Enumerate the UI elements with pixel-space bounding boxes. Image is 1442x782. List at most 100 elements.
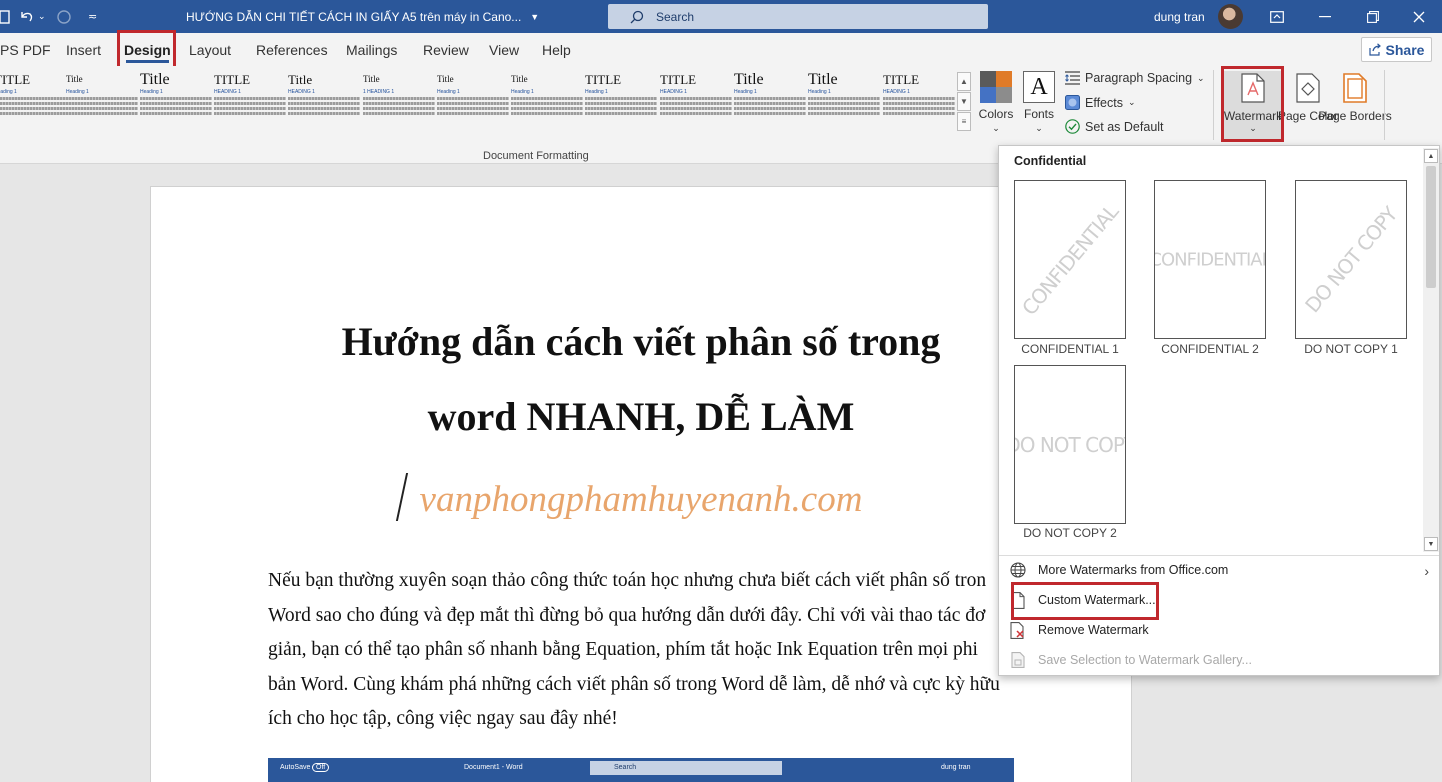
watermark-dropdown-icon: ⌄ [1249, 123, 1257, 133]
remove-watermark-menu-item[interactable]: Remove Watermark [1009, 617, 1429, 643]
style-body-line [808, 107, 880, 110]
style-body-line [660, 102, 732, 105]
colors-button[interactable]: Colors ⌄ [977, 71, 1015, 134]
gallery-up-icon[interactable]: ▲ [957, 72, 971, 91]
fonts-button[interactable]: A Fonts ⌄ [1021, 71, 1057, 134]
style-heading-sample: Heading 1 [734, 89, 757, 95]
restore-icon[interactable] [1350, 0, 1396, 33]
style-set-thumbnail[interactable]: TITLE Heading 1 [585, 72, 657, 132]
scrollbar-thumb[interactable] [1426, 166, 1436, 288]
scroll-up-icon[interactable]: ▲ [1424, 149, 1438, 163]
style-set-thumbnail[interactable]: TITLE HEADING 1 [883, 72, 955, 132]
style-body-line [437, 112, 509, 115]
close-icon[interactable] [1396, 0, 1442, 33]
style-body-line [437, 102, 509, 105]
save-selection-menu-item[interactable]: Save Selection to Watermark Gallery... [1009, 647, 1429, 673]
style-title-sample: TITLE [214, 72, 251, 87]
fonts-icon: A [1023, 71, 1055, 103]
paragraph-spacing-button[interactable]: Paragraph Spacing ⌄ [1065, 71, 1205, 85]
style-set-thumbnail[interactable]: Title Heading 1 [808, 72, 880, 132]
style-title-sample: TITLE [883, 72, 920, 87]
page-borders-button[interactable]: Page Borders [1318, 71, 1392, 123]
tab-help[interactable]: Help [542, 33, 571, 66]
gallery-header: Confidential [1014, 154, 1087, 168]
tab-insert[interactable]: Insert [66, 33, 101, 66]
gallery-scrollbar[interactable]: ▲ ▼ [1423, 148, 1439, 552]
watermark-option-do-not-copy-2[interactable]: DO NOT COPY [1014, 365, 1126, 524]
watermark-button[interactable]: Watermark ⌄ [1224, 71, 1282, 141]
style-body-line [288, 107, 360, 110]
style-body-line [808, 97, 880, 100]
scroll-down-icon[interactable]: ▼ [1424, 537, 1438, 551]
tab-review[interactable]: Review [423, 33, 469, 66]
customize-qat-icon[interactable]: ≂ [88, 0, 97, 33]
gallery-more-icon[interactable]: ≡ [957, 112, 971, 131]
style-set-thumbnail[interactable]: TITLE HEADING 1 [214, 72, 286, 132]
style-body-line [288, 112, 360, 115]
document-paragraph: Nếu bạn thường xuyên soạn thảo công thức… [268, 564, 1018, 737]
watermark-option-do-not-copy-1[interactable]: DO NOT COPY [1295, 180, 1407, 339]
redo-icon[interactable] [56, 0, 72, 33]
tab-mailings[interactable]: Mailings [346, 33, 397, 66]
share-button[interactable]: Share [1361, 37, 1432, 62]
minimize-icon[interactable] [1302, 0, 1348, 33]
ribbon-separator [1213, 70, 1214, 140]
title-dropdown-icon[interactable]: ▼ [530, 12, 539, 22]
paragraph-line: bản Word. Cùng khám phá những cách viết … [268, 673, 1000, 695]
tab-references[interactable]: References [256, 33, 328, 66]
style-title-sample: Title [66, 74, 83, 84]
style-body-line [511, 112, 583, 115]
style-body-line [660, 107, 732, 110]
watermark-caption: CONFIDENTIAL 2 [1161, 342, 1259, 356]
style-heading-sample: Heading 1 [585, 89, 608, 95]
style-body-line [363, 97, 435, 100]
effects-button[interactable]: Effects ⌄ [1065, 95, 1136, 110]
style-set-thumbnail[interactable]: Title Heading 1 [511, 72, 583, 132]
ribbon-display-icon[interactable] [1254, 0, 1300, 33]
style-set-thumbnail[interactable]: Title Heading 1 [66, 72, 138, 132]
title-bar: ⌄ ≂ HƯỚNG DẪN CHI TIẾT CÁCH IN GIẤY A5 t… [0, 0, 1442, 33]
style-set-thumbnail[interactable]: TITLE Heading 1 [0, 72, 66, 132]
style-set-thumbnail[interactable]: Title Heading 1 [140, 72, 212, 132]
tab-layout[interactable]: Layout [189, 33, 231, 66]
undo-dropdown-icon[interactable]: ⌄ [38, 0, 46, 33]
set-as-default-button[interactable]: Set as Default [1065, 119, 1164, 134]
style-body-line [734, 107, 806, 110]
style-set-thumbnail[interactable]: TITLE HEADING 1 [660, 72, 732, 132]
user-name[interactable]: dung tran [1154, 0, 1205, 33]
search-box[interactable]: Search [608, 4, 988, 29]
colors-dropdown-icon: ⌄ [992, 123, 1000, 133]
style-set-thumbnail[interactable]: Title Heading 1 [437, 72, 509, 132]
document-title-line1: Hướng dẫn cách viết phân số trong [341, 319, 941, 364]
style-body-line [214, 102, 286, 105]
globe-icon [1009, 561, 1027, 579]
watermark-option-confidential-2[interactable]: CONFIDENTIAL [1154, 180, 1266, 339]
chevron-right-icon: › [1424, 563, 1429, 579]
more-watermarks-menu-item[interactable]: More Watermarks from Office.com › [1009, 557, 1429, 583]
style-title-sample: Title [363, 74, 380, 84]
undo-icon[interactable] [18, 0, 34, 33]
style-set-thumbnail[interactable]: Title Heading 1 [734, 72, 806, 132]
style-heading-sample: HEADING 1 [883, 89, 910, 95]
style-body-line [660, 97, 732, 100]
watermark-icon [1241, 73, 1265, 103]
gallery-down-icon[interactable]: ▼ [957, 92, 971, 111]
style-set-thumbnail[interactable]: Title 1 HEADING 1 [363, 72, 435, 132]
tab-design[interactable]: Design [124, 33, 171, 66]
watermark-option-confidential-1[interactable]: CONFIDENTIAL [1014, 180, 1126, 339]
style-body-line [0, 107, 66, 110]
avatar[interactable] [1218, 4, 1243, 29]
app-menu-icon[interactable] [0, 0, 14, 33]
style-title-sample: Title [140, 72, 170, 88]
tab-ps-pdf[interactable]: PS PDF [0, 33, 51, 66]
menu-divider [999, 555, 1439, 556]
paragraph-line: Nếu bạn thường xuyên soạn thảo công thức… [268, 570, 987, 591]
style-body-line [214, 112, 286, 115]
document-title: HƯỚNG DẪN CHI TIẾT CÁCH IN GIẤY A5 trên … [186, 9, 540, 24]
embedded-screenshot: AutoSave Off Document1 - Word Search dun… [268, 758, 1014, 782]
style-body-line [585, 97, 657, 100]
tab-view[interactable]: View [489, 33, 519, 66]
style-set-thumbnail[interactable]: Title HEADING 1 [288, 72, 360, 132]
style-heading-sample: HEADING 1 [214, 89, 241, 95]
custom-watermark-menu-item[interactable]: Custom Watermark... [1009, 587, 1429, 613]
